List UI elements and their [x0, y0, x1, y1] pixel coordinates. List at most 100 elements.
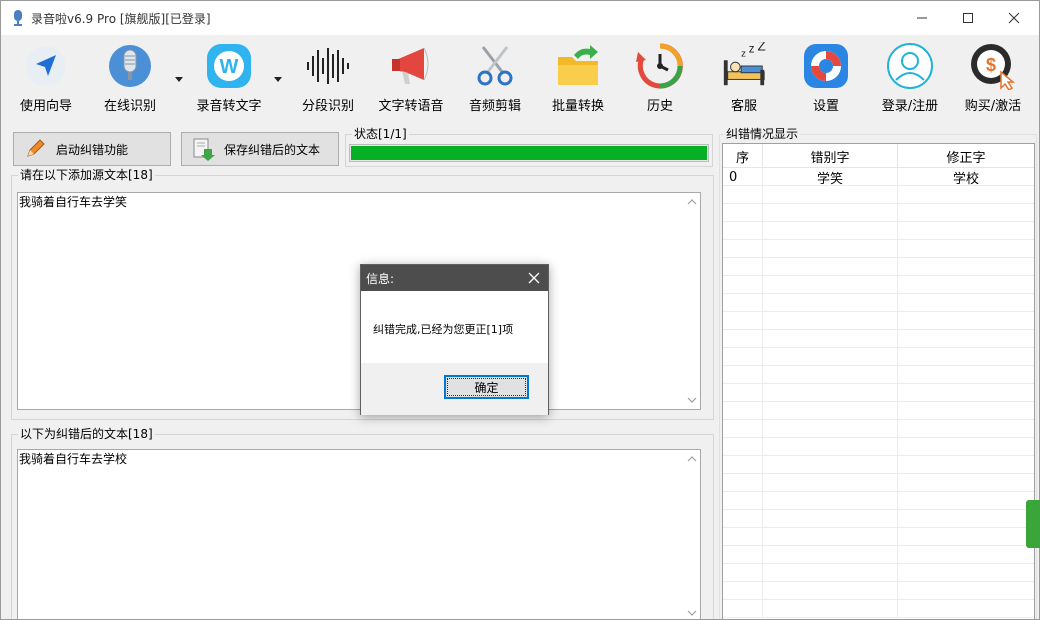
dollar-coin-icon: $: [971, 44, 1016, 90]
dialog-ok-button[interactable]: 确定: [444, 375, 529, 399]
main-toolbar: 使用向导 在线识别 W 录音转文字 分段识别 文字转语音 音频剪辑 批量转换 历…: [1, 35, 1039, 121]
dialog-footer: 确定: [361, 363, 548, 415]
table-row-empty: [723, 546, 1034, 564]
progress-fill: [351, 146, 707, 160]
toolbar-settings-button[interactable]: 设置: [795, 41, 857, 119]
table-cell-empty: [723, 312, 763, 330]
table-cell-empty: [898, 528, 1034, 546]
table-row-empty: [723, 600, 1034, 618]
table-row[interactable]: 0 学笑 学校: [723, 168, 1034, 187]
toolbar-segment-recognition-button[interactable]: 分段识别: [297, 41, 359, 119]
table-cell-empty: [763, 384, 898, 402]
table-cell-empty: [723, 456, 763, 474]
table-cell-empty: [763, 564, 898, 582]
toolbar-history-button[interactable]: 历史: [629, 41, 691, 119]
table-cell-empty: [763, 474, 898, 492]
table-cell-empty: [763, 600, 898, 618]
table-row-empty: [723, 276, 1034, 294]
svg-text:W: W: [220, 56, 239, 78]
corrected-scrollbar[interactable]: [684, 450, 700, 619]
table-row-empty: [723, 492, 1034, 510]
column-header-index[interactable]: 序: [723, 144, 763, 168]
table-cell-empty: [763, 546, 898, 564]
dialog-close-icon[interactable]: [526, 270, 542, 286]
toolbar-audio-edit-button[interactable]: 音频剪辑: [464, 41, 526, 119]
table-cell-empty: [723, 564, 763, 582]
table-cell-empty: [898, 600, 1034, 618]
chevron-down-icon[interactable]: [274, 77, 282, 83]
table-cell-empty: [898, 510, 1034, 528]
table-cell-empty: [723, 582, 763, 600]
table-cell-empty: [763, 402, 898, 420]
navigation-arrow-icon: [26, 46, 66, 86]
toolbar-guide-button[interactable]: 使用向导: [15, 41, 77, 119]
svg-text:z: z: [749, 44, 755, 56]
table-cell-empty: [763, 438, 898, 456]
table-cell-empty: [723, 438, 763, 456]
svg-text:z: z: [741, 48, 746, 59]
table-row-empty: [723, 348, 1034, 366]
save-corrected-text-button[interactable]: 保存纠错后的文本: [181, 132, 339, 166]
table-cell-empty: [723, 528, 763, 546]
chevron-up-icon[interactable]: [687, 198, 697, 206]
table-cell-empty: [723, 258, 763, 276]
app-logo-icon: [14, 10, 22, 26]
start-correction-button[interactable]: 启动纠错功能: [13, 132, 171, 166]
table-cell-empty: [763, 204, 898, 222]
table-cell-empty: [723, 276, 763, 294]
table-row-empty: [723, 420, 1034, 438]
table-cell-empty: [898, 402, 1034, 420]
toolbar-customer-service-button[interactable]: z z Z 客服: [713, 41, 775, 119]
table-cell-empty: [898, 348, 1034, 366]
table-cell-empty: [723, 402, 763, 420]
minimize-button[interactable]: [899, 1, 945, 35]
table-cell-empty: [763, 312, 898, 330]
table-cell-empty: [723, 474, 763, 492]
source-scrollbar[interactable]: [684, 193, 700, 409]
table-row-empty: [723, 294, 1034, 312]
save-document-icon: [190, 136, 216, 162]
table-cell-empty: [723, 186, 763, 204]
lifebuoy-icon: [804, 44, 848, 88]
w-logo-icon: W: [207, 44, 251, 88]
column-header-wrong-word[interactable]: 错别字: [763, 144, 898, 168]
maximize-button[interactable]: [945, 1, 991, 35]
table-cell-empty: [723, 546, 763, 564]
table-row-empty: [723, 366, 1034, 384]
table-cell-empty: [763, 240, 898, 258]
corrections-table[interactable]: 序 错别字 修正字 0 学笑 学校: [722, 143, 1035, 619]
table-cell-empty: [723, 600, 763, 618]
toolbar-purchase-button[interactable]: $ 购买/激活: [959, 41, 1027, 119]
maximize-icon: [963, 13, 973, 23]
toolbar-batch-convert-button[interactable]: 批量转换: [547, 41, 609, 119]
table-cell-empty: [898, 438, 1034, 456]
toolbar-online-recognition-button[interactable]: 在线识别: [99, 41, 161, 119]
table-row-empty: [723, 564, 1034, 582]
table-cell-empty: [723, 330, 763, 348]
column-header-corrected-word[interactable]: 修正字: [898, 144, 1034, 168]
chevron-down-icon[interactable]: [687, 609, 697, 617]
table-cell-empty: [898, 186, 1034, 204]
table-cell-empty: [723, 366, 763, 384]
chevron-up-icon[interactable]: [687, 455, 697, 463]
info-dialog: 信息: 纠错完成,已经为您更正[1]项 确定: [360, 264, 549, 415]
table-cell-empty: [723, 348, 763, 366]
sleeping-bed-icon: z z Z: [723, 42, 766, 86]
window-title: 录音啦v6.9 Pro [旗舰版][已登录]: [31, 12, 211, 26]
table-cell-empty: [898, 222, 1034, 240]
toolbar-audio-to-text-button[interactable]: W 录音转文字: [193, 41, 265, 119]
table-cell-empty: [763, 222, 898, 240]
svg-text:$: $: [986, 55, 996, 75]
toolbar-text-to-speech-button[interactable]: 文字转语音: [375, 41, 447, 119]
table-cell-empty: [723, 492, 763, 510]
table-cell-empty: [763, 294, 898, 312]
chevron-down-icon[interactable]: [175, 77, 183, 83]
chevron-down-icon[interactable]: [687, 396, 697, 404]
table-row-empty: [723, 312, 1034, 330]
table-cell-empty: [723, 510, 763, 528]
source-text-input[interactable]: 我骑着自行车去学笑: [17, 192, 701, 410]
close-button[interactable]: [991, 1, 1037, 35]
side-tab-handle[interactable]: [1026, 500, 1040, 548]
corrected-text-input[interactable]: 我骑着自行车去学校: [17, 449, 701, 619]
toolbar-login-button[interactable]: 登录/注册: [875, 41, 945, 119]
